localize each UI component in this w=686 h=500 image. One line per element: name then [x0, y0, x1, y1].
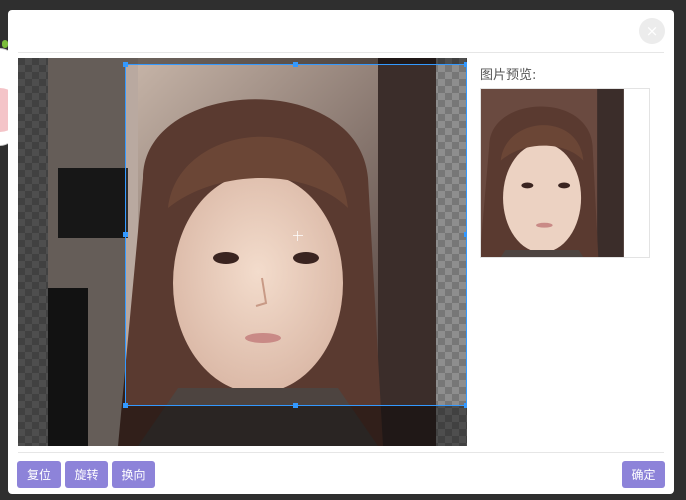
crosshair-icon: [293, 231, 303, 241]
close-icon: ×: [645, 21, 659, 40]
crop-mask-bottom: [18, 406, 467, 446]
image-crop-dialog: × 图片预览: 复位 旋转 换向 确定: [8, 10, 674, 494]
header-divider: [18, 52, 664, 53]
footer-divider: [18, 452, 664, 453]
crop-handle-right[interactable]: [464, 232, 467, 237]
crop-canvas[interactable]: [18, 58, 467, 446]
crop-handle-left[interactable]: [123, 232, 128, 237]
preview-frame: [480, 88, 650, 258]
preview-image: [481, 89, 638, 257]
confirm-button[interactable]: 确定: [622, 461, 665, 488]
crop-handle-bottom-right[interactable]: [464, 403, 467, 408]
crop-mask-left: [18, 64, 125, 406]
preview-photo: [481, 89, 624, 257]
close-button[interactable]: ×: [639, 18, 665, 44]
flip-button[interactable]: 换向: [112, 461, 155, 488]
crop-handle-bottom[interactable]: [293, 403, 298, 408]
rotate-button[interactable]: 旋转: [65, 461, 108, 488]
crop-handle-top-right[interactable]: [464, 62, 467, 67]
reset-button[interactable]: 复位: [17, 461, 61, 488]
crop-handle-top-left[interactable]: [123, 62, 128, 67]
preview-title: 图片预览:: [480, 68, 537, 83]
crop-selection-box[interactable]: [123, 62, 467, 408]
crop-handle-bottom-left[interactable]: [123, 403, 128, 408]
crop-handle-top[interactable]: [293, 62, 298, 67]
